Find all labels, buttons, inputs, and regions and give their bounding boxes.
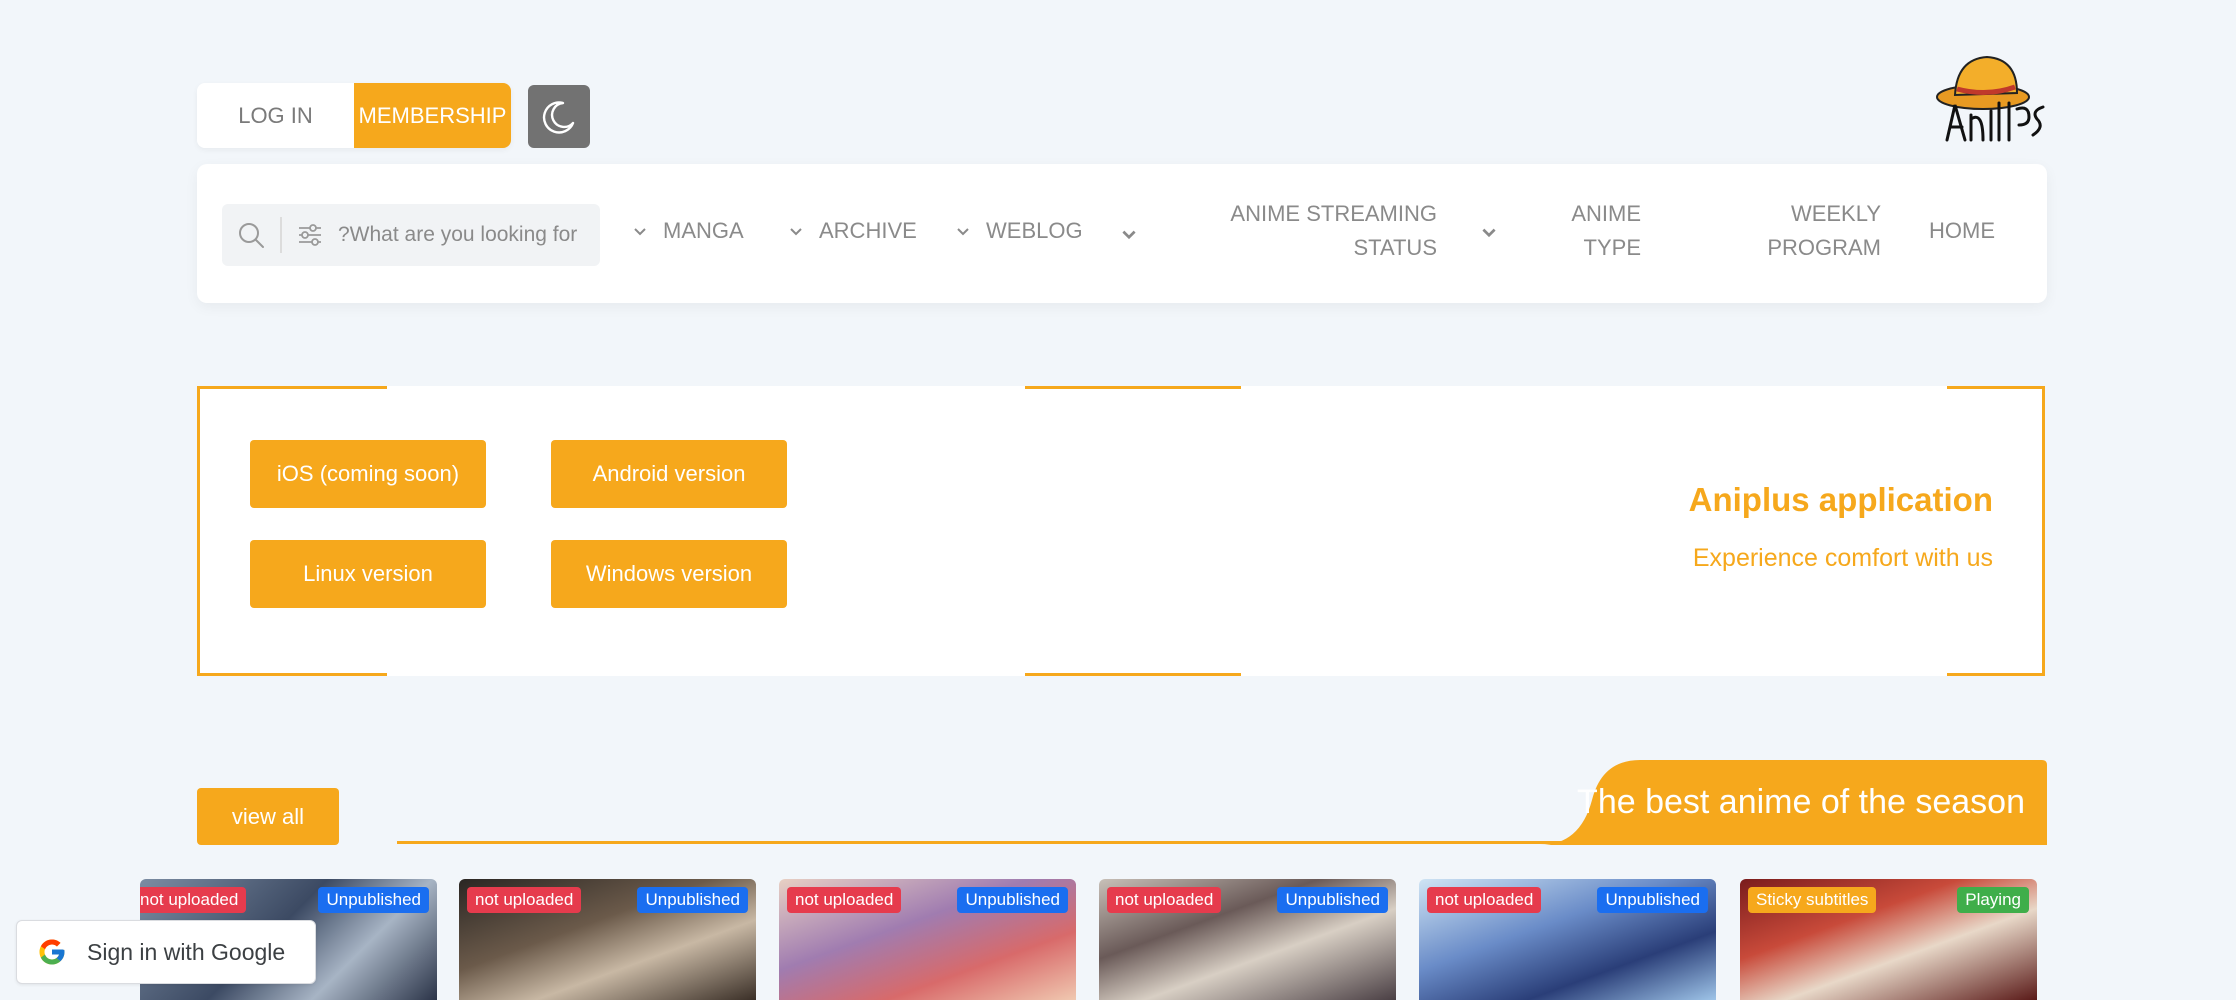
banner-border	[1947, 386, 2045, 389]
anime-card[interactable]: not uploaded Unpublished	[1419, 879, 1716, 1000]
status-badge: not uploaded	[1107, 887, 1222, 913]
nav-item-line: ANIME STREAMING	[1230, 201, 1437, 226]
anime-card[interactable]: not uploaded Unpublished	[459, 879, 756, 1000]
google-signin-label: Sign in with Google	[87, 938, 286, 965]
banner-border	[1025, 386, 1241, 389]
app-subtitle: Experience comfort with us	[1692, 544, 1993, 572]
anime-card[interactable]: Sticky subtitles Playing	[1740, 879, 2037, 1000]
chevron-down-icon[interactable]	[1120, 226, 1138, 244]
anime-card[interactable]: not uploaded Unpublished	[779, 879, 1076, 1000]
status-badge: Unpublished	[957, 887, 1068, 913]
google-icon	[17, 937, 87, 967]
nav-item-anime-streaming-status[interactable]: ANIME STREAMING STATUS	[1197, 197, 1437, 265]
nav-item-line: PROGRAM	[1767, 235, 1881, 260]
windows-button[interactable]: Windows version	[551, 540, 787, 608]
app-banner: iOS (coming soon) Android version Linux …	[197, 386, 2045, 676]
nav-item-manga[interactable]: MANGA	[663, 214, 744, 248]
section-title: The best anime of the season	[1577, 783, 2025, 821]
nav-item-archive[interactable]: ARCHIVE	[819, 214, 917, 248]
banner-border	[1947, 673, 2045, 676]
nav-item-line: WEEKLY	[1790, 201, 1881, 226]
status-badge: not uploaded	[787, 887, 902, 913]
android-button[interactable]: Android version	[551, 440, 787, 508]
banner-border	[197, 386, 387, 389]
status-badge: Unpublished	[1277, 887, 1388, 913]
nav-item-line: ANIME	[1571, 201, 1641, 226]
google-signin-button[interactable]: Sign in with Google	[16, 920, 316, 984]
nav-item-weblog[interactable]: WEBLOG	[986, 214, 1083, 248]
membership-button[interactable]: MEMBERSHIP	[354, 83, 511, 148]
status-badge: Unpublished	[318, 887, 429, 913]
moon-icon	[542, 100, 575, 134]
search-box[interactable]: ?What are you looking for	[222, 204, 600, 266]
login-button[interactable]: LOG IN	[197, 83, 354, 148]
app-title: Aniplus application	[1688, 481, 1993, 518]
banner-border	[197, 673, 387, 676]
chevron-down-icon[interactable]	[955, 224, 971, 240]
nav-item-line: STATUS	[1353, 235, 1437, 260]
linux-button[interactable]: Linux version	[250, 540, 486, 608]
status-badge: Playing	[1957, 887, 2029, 913]
chevron-down-icon[interactable]	[1480, 224, 1498, 242]
view-all-button[interactable]: view all	[197, 788, 339, 845]
sliders-icon[interactable]	[282, 221, 338, 249]
banner-border	[1025, 673, 1241, 676]
nav-item-weekly-program[interactable]: WEEKLY PROGRAM	[1727, 197, 1881, 265]
search-icon[interactable]	[222, 221, 280, 249]
status-badge: Unpublished	[637, 887, 748, 913]
main-nav: ?What are you looking for MANGA ARCHIVE …	[197, 164, 2047, 303]
chevron-down-icon[interactable]	[788, 224, 804, 240]
anime-card[interactable]: not uploaded Unpublished	[1099, 879, 1396, 1000]
chevron-down-icon[interactable]	[632, 224, 648, 240]
nav-item-home[interactable]: HOME	[1929, 214, 1995, 248]
nav-item-anime-type[interactable]: ANIME TYPE	[1537, 197, 1641, 265]
status-badge: Unpublished	[1597, 887, 1708, 913]
status-badge: not uploaded	[1427, 887, 1542, 913]
banner-border	[2042, 386, 2045, 676]
banner-border	[197, 386, 200, 676]
status-badge: Sticky subtitles	[1748, 887, 1877, 913]
theme-toggle-button[interactable]	[528, 85, 590, 148]
ios-button[interactable]: iOS (coming soon)	[250, 440, 486, 508]
site-logo[interactable]	[1925, 45, 2050, 155]
status-badge: not uploaded	[467, 887, 582, 913]
status-badge: not uploaded	[140, 887, 247, 913]
search-input[interactable]: ?What are you looking for	[338, 223, 577, 247]
nav-item-line: TYPE	[1583, 235, 1641, 260]
auth-group: LOG IN MEMBERSHIP	[197, 83, 511, 148]
